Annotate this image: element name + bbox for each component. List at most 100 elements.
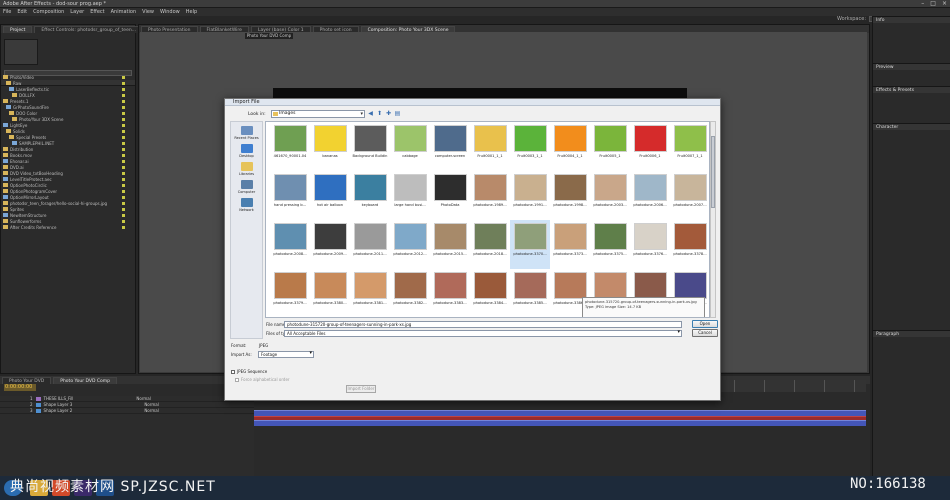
import-as-select[interactable]: Footage ▾ [258,351,314,358]
menu-window[interactable]: Window [160,9,180,15]
window-controls: – □ × [921,1,947,7]
scrollbar-thumb[interactable] [711,136,715,208]
menu-animation[interactable]: Animation [111,9,137,15]
file-name-caption: hot air balloon [316,203,343,207]
place-network[interactable]: Network [231,198,262,212]
tab-timeline-1[interactable]: Photo Your DVD [2,377,52,384]
back-icon[interactable]: ◀ [367,110,374,117]
composition-icon [3,213,8,217]
file-thumbnail[interactable]: 461670_90001.04 [270,122,310,171]
file-name-caption: photodune-1998... [553,203,587,207]
file-name-input[interactable]: photodune-315720-group-of-teenagers-sunn… [284,321,682,328]
new-folder-icon[interactable]: ✚ [385,110,392,117]
thumbnail-image [553,174,587,201]
file-thumbnail[interactable]: photodune-2007... [670,171,709,220]
import-folder-button[interactable]: Import Folder [346,385,376,393]
file-thumbnail[interactable]: photodune-2011... [350,220,390,269]
tab-effect-controls[interactable]: Effect Controls: photodsr_group_of_teen.… [34,26,143,33]
file-thumbnail-view[interactable]: 461670_90001.04 bananas Background Buildin… [265,121,710,318]
file-thumbnail[interactable]: photodune-3370... [510,220,550,269]
file-thumbnail[interactable]: photodune-3376... [630,220,670,269]
file-thumbnail[interactable]: photodune-2003... [590,171,630,220]
info-panel-header[interactable]: Info [873,16,950,23]
file-thumbnail[interactable]: computer-screen [430,122,470,171]
file-thumbnail[interactable]: Background Buildin [350,122,390,171]
file-thumbnail[interactable]: photodune-3383... [430,269,470,317]
place-computer[interactable]: Computer [231,180,262,194]
character-panel-header[interactable]: Character [873,123,950,130]
file-thumbnail[interactable]: photodune-3375... [590,220,630,269]
tab-timeline-2[interactable]: Photo Your DVD Comp [53,377,118,384]
menu-layer[interactable]: Layer [70,9,84,15]
menu-effect[interactable]: Effect [90,9,104,15]
file-thumbnail[interactable]: photodune-3378... [670,220,709,269]
checkbox-box[interactable] [235,377,239,382]
preview-panel-header[interactable]: Preview [873,63,950,70]
force-alphabetical-checkbox[interactable]: Force alphabetical order [235,377,290,382]
timecode-display[interactable]: 0:00:00:00 [4,384,36,391]
tab-project[interactable]: Project [3,26,33,33]
folder-icon [9,135,14,139]
file-thumbnail[interactable]: PhotoData [430,171,470,220]
layer-bar[interactable] [254,420,866,426]
file-thumbnail[interactable]: photodune-3373... [550,220,590,269]
jpeg-sequence-checkbox[interactable]: JPEG Sequence [231,369,267,374]
layer-mode[interactable]: Normal [144,402,158,407]
look-in-select[interactable]: Images ▾ [271,110,365,118]
file-thumbnail[interactable]: photodune-3384... [470,269,510,317]
file-thumbnail[interactable]: photodune-3382... [390,269,430,317]
menu-composition[interactable]: Composition [33,9,64,15]
minimize-icon[interactable]: – [921,1,924,7]
paragraph-panel-header[interactable]: Paragraph [873,330,950,337]
file-thumbnail[interactable]: photodune-2008... [270,220,310,269]
menu-edit[interactable]: Edit [17,9,27,15]
maximize-icon[interactable]: □ [930,1,936,7]
file-thumbnail[interactable]: photodune-3379... [270,269,310,317]
file-thumbnail[interactable]: hand pressing b... [270,171,310,220]
file-thumbnail[interactable]: Fruit0005_1 [590,122,630,171]
menu-file[interactable]: File [3,9,11,15]
open-button[interactable]: Open [692,320,718,328]
layer-mode[interactable]: Normal [144,408,158,413]
file-thumbnail[interactable]: Fruit0004_1_1 [550,122,590,171]
file-thumbnail[interactable]: photodune-1989... [470,171,510,220]
place-recent[interactable]: Recent Places [231,126,262,140]
layer-mode[interactable]: Normal [136,396,150,401]
cancel-button[interactable]: Cancel [692,329,718,337]
file-thumbnail[interactable]: photodune-2015... [430,220,470,269]
file-thumbnail[interactable]: cabbage [390,122,430,171]
menu-view[interactable]: View [142,9,154,15]
file-thumbnail[interactable]: Fruit0007_1_1 [670,122,709,171]
view-menu-icon[interactable]: ▤ [394,110,401,117]
close-icon[interactable]: × [942,1,947,7]
checkbox-box[interactable] [231,369,235,374]
file-thumbnail[interactable]: photodune-1991... [510,171,550,220]
place-desktop[interactable]: Desktop [231,144,262,158]
file-thumbnail[interactable]: Fruit0006_1 [630,122,670,171]
file-thumbnail[interactable]: photodune-2018... [470,220,510,269]
file-thumbnail[interactable]: photodune-2009... [310,220,350,269]
file-thumbnail[interactable]: photodune-3381... [350,269,390,317]
menu-help[interactable]: Help [186,9,197,15]
folder-icon [3,207,8,211]
file-thumbnail[interactable]: Fruit0003_1_1 [510,122,550,171]
file-thumbnail[interactable]: hot air balloon [310,171,350,220]
effects-panel-body [873,93,950,123]
file-thumbnail[interactable]: Fruit0001_1_1 [470,122,510,171]
file-view-scrollbar[interactable] [710,121,716,318]
file-thumbnail[interactable]: keyboard [350,171,390,220]
layer-row[interactable]: 3 Shape Layer 2 Normal [0,408,254,414]
file-thumbnail[interactable]: photodune-1998... [550,171,590,220]
effects-panel-header[interactable]: Effects & Presets [873,86,950,93]
project-item[interactable]: After Credits Reference [3,224,131,230]
file-thumbnail[interactable]: photodune-2006... [630,171,670,220]
file-type-select[interactable]: All Acceptable Files ▾ [284,330,682,337]
file-thumbnail[interactable]: bananas [310,122,350,171]
up-folder-icon[interactable]: ⬆ [376,110,383,117]
file-thumbnail[interactable]: large hand busi... [390,171,430,220]
place-libraries[interactable]: Libraries [231,162,262,176]
file-thumbnail[interactable]: photodune-3380... [310,269,350,317]
file-thumbnail[interactable]: photodune-2012... [390,220,430,269]
file-thumbnail[interactable]: photodune-3385... [510,269,550,317]
composition-icon [3,195,8,199]
